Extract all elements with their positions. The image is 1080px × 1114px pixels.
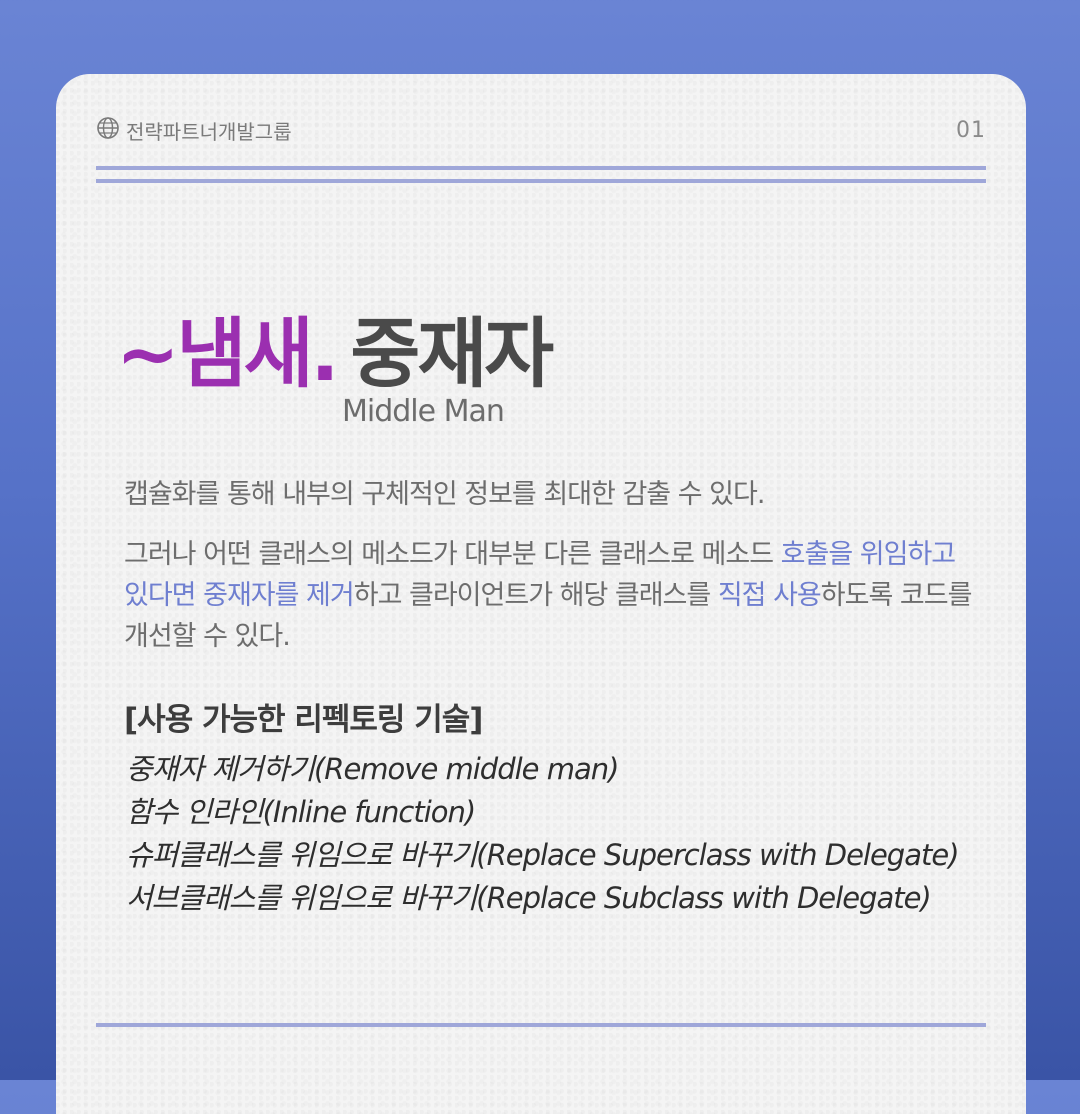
paragraph-text: 그러나 어떤 클래스의 메소드가 대부분 다른 클래스로 메소드: [124, 539, 781, 570]
header-divider-1: [96, 166, 986, 170]
footer-divider: [96, 1023, 986, 1027]
title-main: 중재자: [350, 309, 554, 398]
section-title: [사용 가능한 리펙토링 기술]: [124, 702, 483, 738]
title-accent: ~냄새.: [116, 309, 339, 398]
list-item: 중재자 제거하기(Remove middle man): [126, 752, 619, 786]
header-divider-2: [96, 179, 986, 183]
list-item: 함수 인라인(Inline function): [126, 795, 476, 829]
paragraph-highlight: 직접 사용: [717, 580, 822, 611]
technique-list: 중재자 제거하기(Remove middle man) 함수 인라인(Inlin…: [126, 748, 986, 920]
brand: 전략파트너개발그룹: [96, 116, 292, 145]
page-subtitle: Middle Man: [342, 394, 505, 429]
brand-name: 전략파트너개발그룹: [126, 120, 292, 144]
page-title: ~냄새. 중재자: [116, 304, 554, 404]
header: 전략파트너개발그룹 01: [96, 116, 986, 145]
page-number: 01: [956, 118, 986, 143]
list-item: 서브클래스를 위임으로 바꾸기(Replace Subclass with De…: [126, 881, 932, 915]
globe-icon: [96, 116, 120, 145]
paragraph-detail: 그러나 어떤 클래스의 메소드가 대부분 다른 클래스로 메소드 호출을 위임하…: [124, 534, 984, 657]
list-item: 슈퍼클래스를 위임으로 바꾸기(Replace Superclass with …: [126, 838, 960, 872]
paragraph-intro: 캡슐화를 통해 내부의 구체적인 정보를 최대한 감출 수 있다.: [124, 479, 765, 510]
paragraph-text: 하고 클라이언트가 해당 클래스를: [353, 580, 718, 611]
